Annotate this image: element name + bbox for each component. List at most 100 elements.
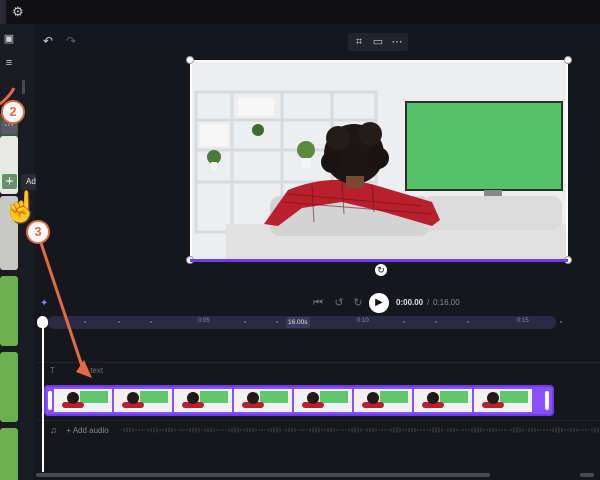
lane-divider bbox=[36, 362, 600, 363]
audio-track[interactable]: ♫ + Add audio bbox=[50, 425, 109, 437]
waveform-bar bbox=[564, 428, 566, 432]
playhead[interactable] bbox=[42, 322, 44, 472]
sparkle-icon[interactable]: ✦ bbox=[40, 298, 52, 310]
panel-scrollbar[interactable] bbox=[22, 80, 25, 94]
waveform-bar bbox=[435, 427, 437, 433]
waveform-bar bbox=[219, 429, 221, 431]
add-to-timeline-button[interactable]: + bbox=[1, 173, 18, 190]
clip-filmstrip bbox=[54, 389, 532, 412]
waveform-bar bbox=[441, 428, 443, 432]
waveform-bar bbox=[591, 428, 593, 432]
waveform-bar bbox=[339, 429, 341, 431]
waveform-bar bbox=[381, 429, 383, 431]
rewind-icon[interactable]: ↺ bbox=[332, 296, 346, 310]
time-separator: / bbox=[427, 298, 430, 307]
waveform-bar bbox=[492, 427, 494, 433]
play-button[interactable]: ▶ bbox=[369, 293, 389, 313]
rotate-icon[interactable]: ↻ bbox=[375, 264, 387, 276]
clip-green-screen bbox=[380, 391, 408, 403]
palette-icon[interactable]: ⚙ bbox=[12, 4, 28, 20]
waveform-bar bbox=[309, 428, 311, 432]
waveform-bar bbox=[243, 428, 245, 432]
timeline-scrollbar-end[interactable] bbox=[580, 473, 594, 477]
waveform-bar bbox=[549, 429, 551, 431]
waveform-bar bbox=[321, 428, 323, 432]
crop-icon[interactable]: ⌗ bbox=[352, 35, 366, 49]
waveform-bar bbox=[318, 427, 320, 433]
resize-handle[interactable] bbox=[186, 56, 194, 64]
clip-end-marker: 16.00s bbox=[286, 317, 310, 328]
waveform-bar bbox=[159, 428, 161, 432]
waveform-bar bbox=[543, 428, 545, 432]
waveform-bar bbox=[474, 427, 476, 433]
clip-person bbox=[187, 392, 199, 404]
media-panel: ▣ ≡ bbox=[0, 24, 34, 480]
video-preview[interactable] bbox=[190, 60, 568, 261]
trim-handle-left[interactable] bbox=[48, 391, 52, 410]
text-track[interactable]: T text bbox=[50, 366, 103, 378]
video-clip[interactable] bbox=[44, 385, 554, 416]
waveform-bar bbox=[555, 427, 557, 433]
waveform-bar bbox=[135, 429, 137, 431]
forward-icon[interactable]: ↻ bbox=[351, 296, 365, 310]
ruler-dot bbox=[467, 321, 469, 323]
waveform-bar bbox=[432, 427, 434, 433]
waveform-bar bbox=[378, 429, 380, 431]
ruler-dot bbox=[84, 321, 86, 323]
media-thumb[interactable] bbox=[0, 276, 18, 346]
waveform-bar bbox=[297, 429, 299, 431]
resize-handle[interactable] bbox=[564, 56, 572, 64]
waveform-bar bbox=[375, 428, 377, 432]
waveform-bar bbox=[150, 427, 152, 433]
waveform-bar bbox=[156, 427, 158, 433]
waveform-bar bbox=[210, 427, 212, 433]
playhead-knob[interactable] bbox=[37, 316, 48, 328]
waveform-bar bbox=[423, 428, 425, 432]
more-icon[interactable]: ⋯ bbox=[390, 35, 404, 49]
waveform-bar bbox=[363, 429, 365, 431]
filter-icon[interactable]: ≡ bbox=[2, 56, 16, 70]
timeline-scrollbar[interactable] bbox=[36, 473, 490, 477]
undo-icon[interactable]: ↶ bbox=[41, 34, 55, 48]
waveform-bar bbox=[567, 428, 569, 432]
waveform-bar bbox=[267, 428, 269, 432]
waveform-bar bbox=[402, 428, 404, 432]
trim-handle-right[interactable] bbox=[545, 391, 549, 410]
media-thumb[interactable] bbox=[0, 352, 18, 422]
waveform-bar bbox=[162, 428, 164, 432]
waveform-bar bbox=[315, 427, 317, 433]
waveform-bar bbox=[237, 427, 239, 433]
skip-back-icon[interactable]: ⏮ bbox=[311, 296, 325, 310]
waveform-bar bbox=[195, 427, 197, 433]
waveform-bar bbox=[390, 428, 392, 432]
waveform-bar bbox=[417, 429, 419, 431]
clip-person bbox=[427, 392, 439, 404]
waveform-bar bbox=[249, 427, 251, 433]
clip-green-screen bbox=[200, 391, 228, 403]
fit-icon[interactable]: ▭ bbox=[371, 35, 385, 49]
waveform-bar bbox=[177, 429, 179, 431]
waveform-bar bbox=[561, 427, 563, 433]
ruler-dot bbox=[150, 321, 152, 323]
media-icon[interactable]: ▣ bbox=[2, 32, 16, 46]
waveform-bar bbox=[174, 428, 176, 432]
waveform-bar bbox=[579, 429, 581, 431]
ruler-dot bbox=[118, 321, 120, 323]
waveform-bar bbox=[348, 428, 350, 432]
waveform-bar bbox=[384, 429, 386, 431]
waveform-bar bbox=[285, 428, 287, 432]
clip-person bbox=[127, 392, 139, 404]
waveform-bar bbox=[225, 429, 227, 431]
tab-stub bbox=[0, 0, 6, 24]
waveform-bar bbox=[279, 428, 281, 432]
waveform-bar bbox=[189, 428, 191, 432]
waveform-bar bbox=[450, 427, 452, 433]
waveform-bar bbox=[468, 429, 470, 431]
waveform-bar bbox=[507, 429, 509, 431]
media-thumb[interactable] bbox=[0, 428, 18, 480]
waveform-bar bbox=[438, 427, 440, 433]
redo-icon[interactable]: ↷ bbox=[64, 34, 78, 48]
waveform-bar bbox=[471, 428, 473, 432]
waveform-bar bbox=[462, 428, 464, 432]
waveform-bar bbox=[393, 427, 395, 433]
